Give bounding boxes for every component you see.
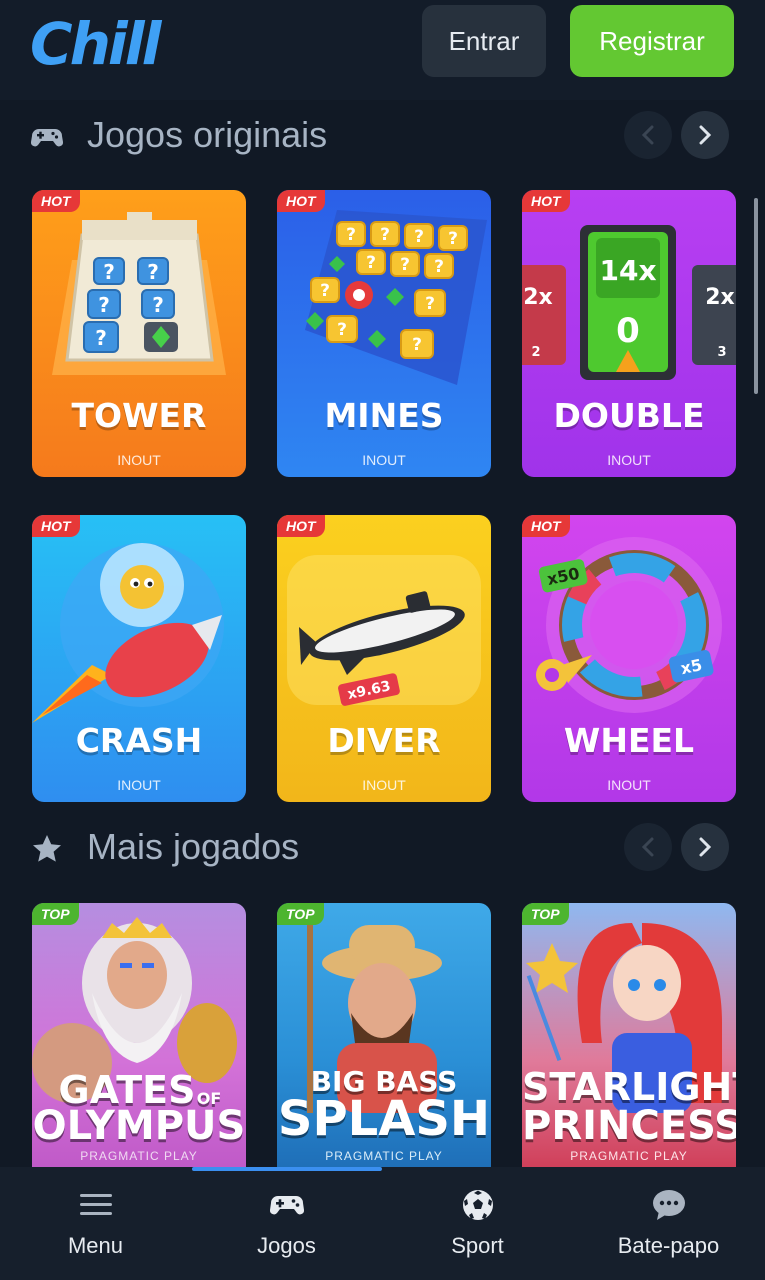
svg-text:?: ?	[337, 320, 347, 340]
game-provider: INOUT	[117, 452, 161, 468]
game-provider: INOUT	[607, 452, 651, 468]
game-card-gates-of-olympus[interactable]: TOP GATES OF OLYMPUS PRAGMATIC PLAY	[32, 903, 246, 1167]
double-value-text: 0	[616, 311, 640, 351]
svg-text:?: ?	[425, 294, 435, 314]
svg-text:?: ?	[320, 281, 330, 301]
bottom-navigation: Menu Jogos Sport Bate-papo	[0, 1167, 765, 1280]
double-right-multiplier: 2x	[705, 285, 735, 310]
double-right-number: 3	[717, 345, 726, 360]
page-scrollbar[interactable]	[754, 198, 758, 394]
slot-title-line2: PRINCESS	[522, 1103, 736, 1149]
slot-title-line2: OLYMPUS	[32, 1103, 246, 1149]
game-card-crash[interactable]: HOT CRASH INOUT	[32, 515, 246, 802]
svg-text:?: ?	[434, 257, 444, 277]
gamepad-icon	[30, 129, 64, 147]
nav-label: Jogos	[257, 1233, 316, 1258]
chevron-left-icon	[641, 837, 654, 857]
game-provider: PRAGMATIC PLAY	[325, 1149, 443, 1163]
diver-artwork: x9.63	[287, 555, 481, 706]
register-button[interactable]: Registrar	[570, 5, 734, 77]
svg-text:?: ?	[98, 293, 110, 317]
hot-badge: HOT	[522, 515, 570, 537]
most-played-title: Mais jogados	[87, 826, 300, 867]
svg-text:?: ?	[103, 260, 115, 284]
chevron-left-icon	[641, 125, 654, 145]
chevron-right-icon	[699, 837, 712, 857]
gamepad-icon	[269, 1196, 304, 1215]
game-provider: INOUT	[362, 777, 406, 793]
originals-prev-button[interactable]	[624, 111, 672, 159]
game-card-double[interactable]: 14x 0 2x 2 2x 3 HOT DOUBLE INOUT	[522, 190, 736, 477]
game-card-wheel[interactable]: x50 x5 HOT WHEEL INOUT	[522, 515, 736, 802]
game-provider: INOUT	[362, 452, 406, 468]
game-card-big-bass-splash[interactable]: TOP BIG BASS SPLASH PRAGMATIC PLAY	[277, 903, 491, 1167]
originals-next-button[interactable]	[681, 111, 729, 159]
most-played-section-header: Mais jogados	[30, 820, 735, 880]
top-badge: TOP	[522, 903, 569, 925]
svg-text:?: ?	[448, 229, 458, 249]
game-card-mines[interactable]: ???? ??? ???? HOT MINES INOUT	[277, 190, 491, 477]
game-card-starlight-princess[interactable]: TOP STARLIGHT PRINCESS PRAGMATIC PLAY	[522, 903, 736, 1167]
game-card-diver[interactable]: x9.63 HOT DIVER INOUT	[277, 515, 491, 802]
app-root: Chill Entrar Registrar Jogos originais ?…	[0, 0, 765, 1280]
nav-jogos[interactable]: Jogos	[191, 1167, 382, 1280]
chat-bubble-icon	[652, 1190, 685, 1220]
tower-artwork: ?? ?? ?	[52, 212, 226, 375]
game-provider: PRAGMATIC PLAY	[80, 1149, 198, 1163]
svg-text:?: ?	[147, 260, 159, 284]
double-artwork: 14x 0 2x 2 2x 3	[522, 225, 736, 380]
game-title: TOWER	[71, 396, 207, 435]
nav-label: Bate-papo	[617, 1233, 720, 1258]
slot-title-line2: SPLASH	[277, 1091, 491, 1147]
top-header: Chill Entrar Registrar	[0, 0, 765, 100]
most-played-prev-button[interactable]	[624, 823, 672, 871]
chevron-right-icon	[699, 125, 712, 145]
double-multiplier-text: 14x	[599, 254, 656, 287]
nav-label: Menu	[67, 1233, 124, 1258]
soccer-ball-icon	[462, 1190, 493, 1220]
game-provider: INOUT	[607, 777, 651, 793]
top-badge: TOP	[32, 903, 79, 925]
svg-text:?: ?	[380, 225, 390, 245]
chill-logo[interactable]: Chill	[30, 10, 161, 78]
hot-badge: HOT	[32, 515, 80, 537]
game-title: CRASH	[75, 721, 203, 760]
game-title: WHEEL	[563, 721, 695, 760]
game-title: DOUBLE	[553, 396, 705, 435]
originals-section-header: Jogos originais	[30, 108, 735, 168]
hot-badge: HOT	[277, 190, 325, 212]
hot-badge: HOT	[522, 190, 570, 212]
svg-text:?: ?	[400, 255, 410, 275]
double-left-multiplier: 2x	[523, 285, 553, 310]
game-title: MINES	[324, 396, 444, 435]
game-provider: INOUT	[117, 777, 161, 793]
double-left-number: 2	[531, 345, 540, 360]
most-played-next-button[interactable]	[681, 823, 729, 871]
nav-menu[interactable]: Menu	[0, 1167, 191, 1280]
star-icon	[33, 835, 61, 862]
originals-title: Jogos originais	[87, 114, 328, 155]
wheel-artwork: x50 x5	[536, 537, 722, 713]
svg-text:?: ?	[152, 293, 164, 317]
nav-bate-papo[interactable]: Bate-papo	[573, 1167, 764, 1280]
svg-text:?: ?	[95, 326, 107, 350]
svg-text:?: ?	[414, 227, 424, 247]
hamburger-icon	[79, 1194, 112, 1215]
nav-label: Sport	[451, 1233, 504, 1258]
hot-badge: HOT	[277, 515, 325, 537]
game-provider: PRAGMATIC PLAY	[570, 1149, 688, 1163]
svg-text:?: ?	[346, 225, 356, 245]
top-badge: TOP	[277, 903, 324, 925]
nav-sport[interactable]: Sport	[382, 1167, 573, 1280]
svg-text:?: ?	[366, 253, 376, 273]
crash-artwork	[32, 543, 224, 723]
svg-text:?: ?	[412, 335, 422, 355]
hot-badge: HOT	[32, 190, 80, 212]
mines-artwork: ???? ??? ????	[305, 210, 487, 385]
game-title: DIVER	[327, 721, 441, 760]
login-button[interactable]: Entrar	[422, 5, 546, 77]
game-card-tower[interactable]: ?? ?? ? HOT TOWER INOUT	[32, 190, 246, 477]
